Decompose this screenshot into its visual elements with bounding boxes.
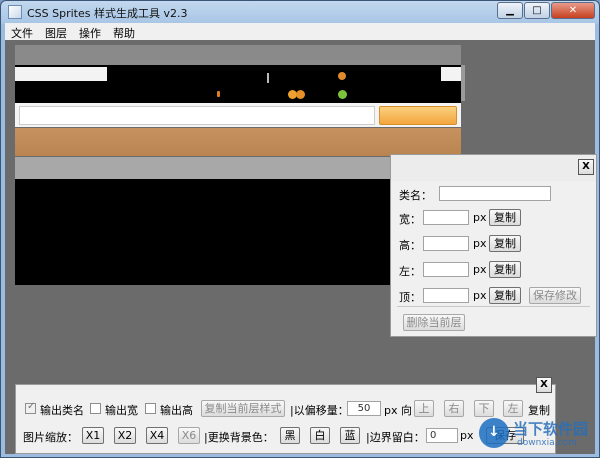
- app-icon: [8, 5, 22, 19]
- output-height-checkbox[interactable]: [145, 403, 156, 414]
- sprite-icon-green: [338, 90, 347, 99]
- zoom-x4-button[interactable]: X4: [146, 427, 168, 444]
- menu-layer[interactable]: 图层: [39, 23, 73, 40]
- close-options-button[interactable]: X: [536, 377, 552, 393]
- delete-layer-button[interactable]: 删除当前层: [403, 314, 465, 331]
- top-input[interactable]: [423, 288, 469, 303]
- zoom-x2-button[interactable]: X2: [114, 427, 136, 444]
- copy-top-button[interactable]: 复制: [489, 287, 521, 304]
- sprite-icon-cursor: [267, 73, 269, 83]
- menu-bar: 文件 图层 操作 帮助: [5, 23, 595, 40]
- output-height-label: 输出高: [160, 404, 193, 417]
- class-name-input[interactable]: [439, 186, 551, 201]
- copy-width-button[interactable]: 复制: [489, 209, 521, 226]
- output-class-label: 输出类名: [40, 404, 84, 417]
- sprite-search-button: [379, 106, 457, 125]
- sprite-band-2: [15, 83, 461, 103]
- output-width-checkbox[interactable]: [90, 403, 101, 414]
- direction-label: px 向: [384, 404, 412, 417]
- sprite-icon-cup: [338, 72, 346, 80]
- layer-properties-panel: X 类名： 宽： px 复制 高： px 复制 左： px 复制 顶： px 复…: [390, 154, 597, 337]
- sprite-black-area: [15, 179, 395, 285]
- minimize-button[interactable]: ▁: [497, 2, 523, 19]
- zoom-label: 图片缩放：: [23, 431, 78, 444]
- sprite-icon-orange-2: [296, 90, 305, 99]
- bg-black-button[interactable]: 黑: [280, 427, 300, 444]
- left-input[interactable]: [423, 262, 469, 277]
- watermark: ↓ 当下软件园 downxia.com: [479, 416, 589, 456]
- width-input[interactable]: [423, 210, 469, 225]
- title-bar[interactable]: CSS Sprites 样式生成工具 v2.3 ▁ □ ✕: [1, 1, 600, 23]
- sprite-white-block-right: [441, 67, 461, 81]
- margin-unit: px: [460, 429, 474, 442]
- output-class-checkbox[interactable]: [25, 401, 36, 414]
- close-button[interactable]: ✕: [551, 2, 595, 19]
- bg-white-button[interactable]: 白: [310, 427, 330, 444]
- zoom-x6-button[interactable]: X6: [178, 427, 200, 444]
- maximize-button[interactable]: □: [524, 2, 550, 19]
- top-unit: px: [473, 289, 487, 302]
- margin-input[interactable]: 0: [426, 428, 458, 443]
- copy-left-button[interactable]: 复制: [489, 261, 521, 278]
- window-title: CSS Sprites 样式生成工具 v2.3: [27, 7, 188, 20]
- offset-label: |以偏移量：: [290, 404, 349, 417]
- sprite-banner: [15, 128, 461, 156]
- height-unit: px: [473, 237, 487, 250]
- panel-header: [391, 155, 596, 181]
- output-width-label: 输出宽: [105, 404, 138, 417]
- sprite-edge: [461, 65, 465, 101]
- options-panel: X 输出类名 输出宽 输出高 复制当前层样式 |以偏移量： 50 px 向 上 …: [15, 377, 556, 454]
- app-window: CSS Sprites 样式生成工具 v2.3 ▁ □ ✕ 文件 图层 操作 帮…: [0, 0, 600, 458]
- download-arrow-icon: ↓: [488, 424, 500, 440]
- left-unit: px: [473, 263, 487, 276]
- move-up-button[interactable]: 上: [414, 400, 434, 417]
- move-left-button[interactable]: 左: [503, 400, 523, 417]
- sprite-icon-small: [217, 91, 220, 97]
- menu-file[interactable]: 文件: [5, 23, 39, 40]
- sprite-top-strip: [15, 45, 461, 65]
- close-panel-button[interactable]: X: [578, 159, 594, 175]
- background-label: |更换背景色：: [204, 431, 274, 444]
- menu-help[interactable]: 帮助: [107, 23, 141, 40]
- width-unit: px: [473, 211, 487, 224]
- top-label: 顶：: [399, 291, 421, 304]
- bg-blue-button[interactable]: 蓝: [340, 427, 360, 444]
- left-label: 左：: [399, 265, 421, 278]
- save-changes-button[interactable]: 保存修改: [529, 287, 581, 304]
- height-label: 高：: [399, 239, 421, 252]
- move-down-button[interactable]: 下: [474, 400, 494, 417]
- offset-input[interactable]: 50: [347, 401, 381, 416]
- divider: [397, 306, 590, 307]
- width-label: 宽：: [399, 213, 421, 226]
- move-right-button[interactable]: 右: [444, 400, 464, 417]
- height-input[interactable]: [423, 236, 469, 251]
- sprite-search-box: [19, 106, 375, 125]
- margin-label: |边界留白：: [366, 431, 425, 444]
- copy-height-button[interactable]: 复制: [489, 235, 521, 252]
- class-name-label: 类名：: [399, 189, 432, 202]
- sprite-white-block: [15, 67, 107, 81]
- copy-layer-style-button[interactable]: 复制当前层样式: [201, 400, 285, 417]
- zoom-x1-button[interactable]: X1: [82, 427, 104, 444]
- watermark-url: downxia.com: [517, 438, 577, 448]
- watermark-text: 当下软件园: [513, 420, 589, 438]
- menu-operation[interactable]: 操作: [73, 23, 107, 40]
